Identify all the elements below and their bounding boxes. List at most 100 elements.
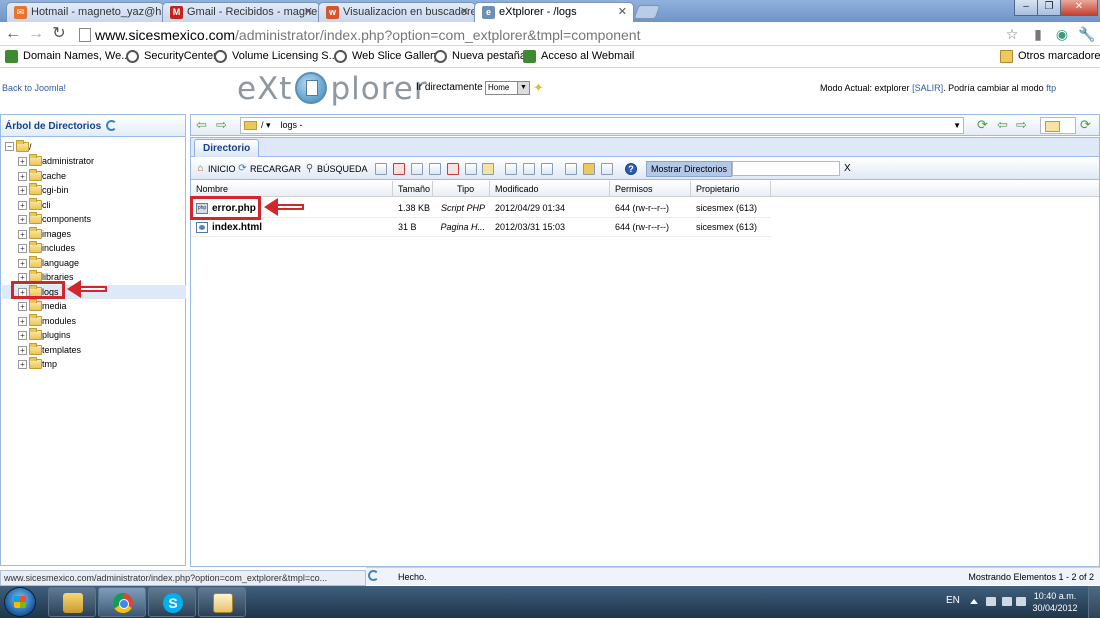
taskbar-mail[interactable] [198,587,246,617]
search-button[interactable]: ⚲ BÚSQUEDA [304,163,368,175]
tree-item-tmp[interactable]: + tmp [2,357,186,371]
browser-tab-extplorer[interactable]: e eXtplorer - /logs ✕ [474,2,634,23]
back-arrow-icon[interactable]: ⇦ [196,118,207,132]
bookmark-acceso-webmail[interactable]: Acceso al Webmail [523,49,634,64]
tree-item-includes[interactable]: + includes [2,241,186,255]
system-clock[interactable]: 10:40 a.m. 30/04/2012 [1030,590,1080,614]
reload-icon[interactable]: ⟳ [1080,118,1091,132]
tree-item-images[interactable]: + images [2,226,186,241]
column-header-modificado[interactable]: Modificado [490,181,610,197]
extension-bars-icon[interactable]: ▮ [1030,26,1046,42]
logout-link[interactable]: [SALIR] [912,83,943,93]
expand-icon[interactable]: + [18,258,27,268]
file-permissions[interactable]: 644 (rw-r--r--) [610,199,691,218]
expand-icon[interactable]: + [18,331,27,340]
tree-item-cli[interactable]: + cli [2,197,186,212]
expand-icon[interactable]: + [18,186,27,195]
network-icon[interactable] [1002,597,1012,606]
upload-icon[interactable] [565,163,577,175]
forward-arrow-icon[interactable]: ⇨ [216,118,227,132]
new-tab-button[interactable] [633,5,661,19]
expand-icon[interactable]: + [18,244,27,253]
other-bookmarks[interactable]: Otros marcadores [1000,49,1100,64]
tree-item-media[interactable]: + media [2,299,186,313]
bookmark-domain-names[interactable]: Domain Names, We... [5,49,130,64]
forward-arrow-icon[interactable]: → [27,25,45,43]
rename-icon[interactable] [465,163,477,175]
taskbar-explorer[interactable] [48,587,96,617]
help-icon[interactable]: ? [625,163,637,175]
bookmark-star-icon[interactable]: ☆ [1004,26,1020,42]
copy-icon[interactable] [411,163,423,175]
show-directories-button[interactable]: Mostrar Directorios [646,161,733,177]
address-bar[interactable]: www.sicesmexico.com/administrator/index.… [76,24,1026,44]
tree-item-cgi-bin[interactable]: + cgi-bin [2,183,186,197]
filter-input[interactable] [732,161,840,176]
expand-icon[interactable]: + [18,229,27,239]
tab-directorio[interactable]: Directorio [194,139,260,157]
extract-icon[interactable] [601,163,613,175]
bookmark-nueva-pestana[interactable]: Nueva pestaña [434,49,526,64]
path-select[interactable]: / ▾ logs - ▼ [240,117,964,134]
expand-icon[interactable]: + [18,215,27,224]
minimize-button[interactable]: – [1014,0,1038,16]
archive-icon[interactable] [583,163,595,175]
browser-tab-visualizacion[interactable]: w Visualizacion en buscadore ✕ [318,2,476,22]
column-header-tipo[interactable]: Tipo [433,181,490,197]
browser-tab-hotmail[interactable]: ✉ Hotmail - magneto_yaz@h [6,2,164,22]
tree-item-modules[interactable]: + modules [2,313,186,328]
column-header-permisos[interactable]: Permisos [610,181,691,197]
expand-icon[interactable]: + [18,200,27,210]
column-header-tamano[interactable]: Tamaño [393,181,433,197]
home-button[interactable]: ⌂ INICIO [195,163,235,175]
bookmark-securitycenter[interactable]: SecurityCenter [126,49,217,64]
jump-to-select[interactable]: Home ▼ [485,81,530,95]
language-indicator[interactable]: EN [946,595,960,606]
diff-icon[interactable] [523,163,535,175]
file-permissions[interactable]: 644 (rw-r--r--) [610,218,691,237]
star-icon[interactable]: ✦ [533,80,544,96]
reload-button[interactable]: ⟳ RECARGAR [237,163,301,175]
edit-icon[interactable] [393,163,405,175]
permissions-icon[interactable] [482,163,494,175]
column-header-propietario[interactable]: Propietario [691,181,771,197]
download-icon[interactable] [541,163,553,175]
tray-arrow-icon[interactable] [970,599,978,604]
back-arrow-icon[interactable]: ⇦ [997,118,1008,132]
refresh-icon[interactable] [368,570,379,581]
expand-icon[interactable]: + [18,302,27,311]
wrench-icon[interactable]: 🔧 [1078,26,1095,42]
back-to-joomla-link[interactable]: Back to Joomla! [2,83,66,93]
expand-icon[interactable]: + [18,360,27,369]
bookmark-volume-licensing[interactable]: Volume Licensing S... [214,49,338,64]
table-row[interactable]: index.html 31 B Pagina H... 2012/03/31 1… [191,218,771,237]
window-close-button[interactable]: ✕ [1060,0,1098,16]
expand-icon[interactable]: + [18,345,27,355]
collapse-icon[interactable]: − [5,142,14,151]
reload-icon[interactable]: ⟳ [977,118,988,132]
taskbar-chrome[interactable] [98,587,146,617]
forward-arrow-icon[interactable]: ⇨ [1016,118,1027,132]
delete-icon[interactable] [447,163,459,175]
expand-icon[interactable]: + [18,316,27,326]
back-arrow-icon[interactable]: ← [4,25,22,43]
folder-button[interactable] [1040,117,1076,134]
tree-item-plugins[interactable]: + plugins [2,328,186,342]
view-icon[interactable] [505,163,517,175]
expand-icon[interactable]: + [18,157,27,166]
close-icon[interactable]: ✕ [618,5,627,18]
close-icon[interactable]: ✕ [460,5,469,18]
extension-icon[interactable]: ◉ [1054,26,1070,42]
new-file-icon[interactable] [375,163,387,175]
clear-filter-button[interactable]: X [844,163,851,174]
tree-item-cache[interactable]: + cache [2,168,186,183]
volume-icon[interactable] [1016,597,1026,606]
close-icon[interactable]: ✕ [304,5,313,18]
show-desktop-button[interactable] [1088,586,1100,618]
start-button[interactable] [4,587,36,617]
reload-icon[interactable]: ↻ [50,25,68,43]
tree-item-templates[interactable]: + templates [2,342,186,357]
move-icon[interactable] [429,163,441,175]
battery-icon[interactable] [986,597,996,606]
column-header-nombre[interactable]: Nombre [191,181,393,197]
